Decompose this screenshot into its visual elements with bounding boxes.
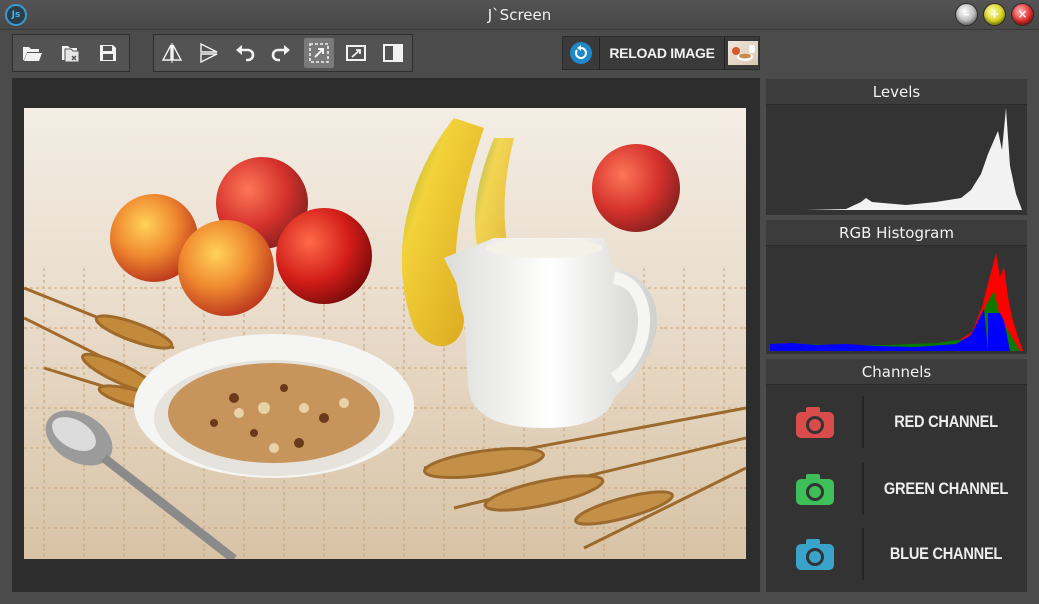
divider: [862, 528, 864, 580]
rgb-histogram: [770, 253, 1023, 351]
compare-button[interactable]: [378, 38, 408, 68]
flip-vertical-button[interactable]: [194, 38, 224, 68]
title-bar[interactable]: Js J`Screen – + ×: [0, 0, 1039, 30]
camera-icon: [796, 474, 834, 505]
resize-button[interactable]: [304, 38, 334, 68]
levels-histogram: [806, 108, 1022, 210]
rgb-histogram-title: RGB Histogram: [766, 220, 1027, 246]
fit-image-button[interactable]: [341, 38, 371, 68]
flip-vertical-icon: [200, 42, 218, 64]
minimize-button[interactable]: –: [956, 4, 977, 25]
reload-image-label: RELOAD IMAGE: [609, 45, 715, 61]
resize-icon: [309, 43, 329, 63]
open-recent-icon: [62, 46, 80, 63]
channels-title: Channels: [766, 359, 1027, 385]
window-title: J`Screen: [487, 6, 552, 24]
file-toolbar: [12, 34, 130, 72]
image-thumbnail[interactable]: [728, 41, 758, 65]
breakfast-photo: [24, 108, 746, 559]
camera-icon: [796, 407, 834, 438]
divider: [724, 37, 725, 69]
green-channel-button[interactable]: GREEN CHANNEL: [766, 463, 1027, 515]
channels-panel: Channels RED CHANNEL GREEN CHANNEL BLUE …: [766, 359, 1027, 592]
divider: [862, 396, 864, 448]
blue-channel-button[interactable]: BLUE CHANNEL: [766, 528, 1027, 580]
undo-icon: [236, 45, 255, 62]
redo-icon: [271, 45, 290, 62]
app-window: Js J`Screen – + × RELOAD IMAGE Levels RG…: [0, 0, 1039, 604]
save-button[interactable]: [93, 38, 123, 68]
edit-toolbar: [153, 34, 413, 72]
undo-button[interactable]: [230, 38, 260, 68]
flip-horizontal-button[interactable]: [157, 38, 187, 68]
photo-preview: [24, 108, 746, 559]
blue-channel-label: BLUE CHANNEL: [889, 544, 1003, 563]
maximize-button[interactable]: +: [984, 4, 1005, 25]
open-folder-icon: [23, 47, 42, 61]
levels-title: Levels: [766, 79, 1027, 105]
divider: [862, 463, 864, 515]
image-canvas[interactable]: [12, 78, 760, 592]
redo-button[interactable]: [266, 38, 296, 68]
maximize-icon: +: [989, 7, 1000, 21]
save-icon: [100, 45, 116, 61]
red-channel-label: RED CHANNEL: [894, 412, 998, 431]
fit-image-icon: [346, 45, 366, 61]
minimize-icon: –: [963, 7, 970, 21]
levels-panel: Levels: [766, 79, 1027, 215]
close-icon: ×: [1017, 7, 1028, 21]
green-channel-label: GREEN CHANNEL: [883, 479, 1009, 498]
compare-icon: [383, 44, 403, 62]
open-recent-button[interactable]: [55, 38, 85, 68]
reload-image-button[interactable]: RELOAD IMAGE: [562, 36, 760, 70]
close-button[interactable]: ×: [1012, 4, 1033, 25]
rgb-histogram-panel: RGB Histogram: [766, 220, 1027, 354]
open-button[interactable]: [17, 38, 47, 68]
camera-icon: [796, 539, 834, 570]
reload-icon: [566, 40, 596, 66]
flip-horizontal-icon: [161, 43, 183, 63]
red-channel-button[interactable]: RED CHANNEL: [766, 396, 1027, 448]
